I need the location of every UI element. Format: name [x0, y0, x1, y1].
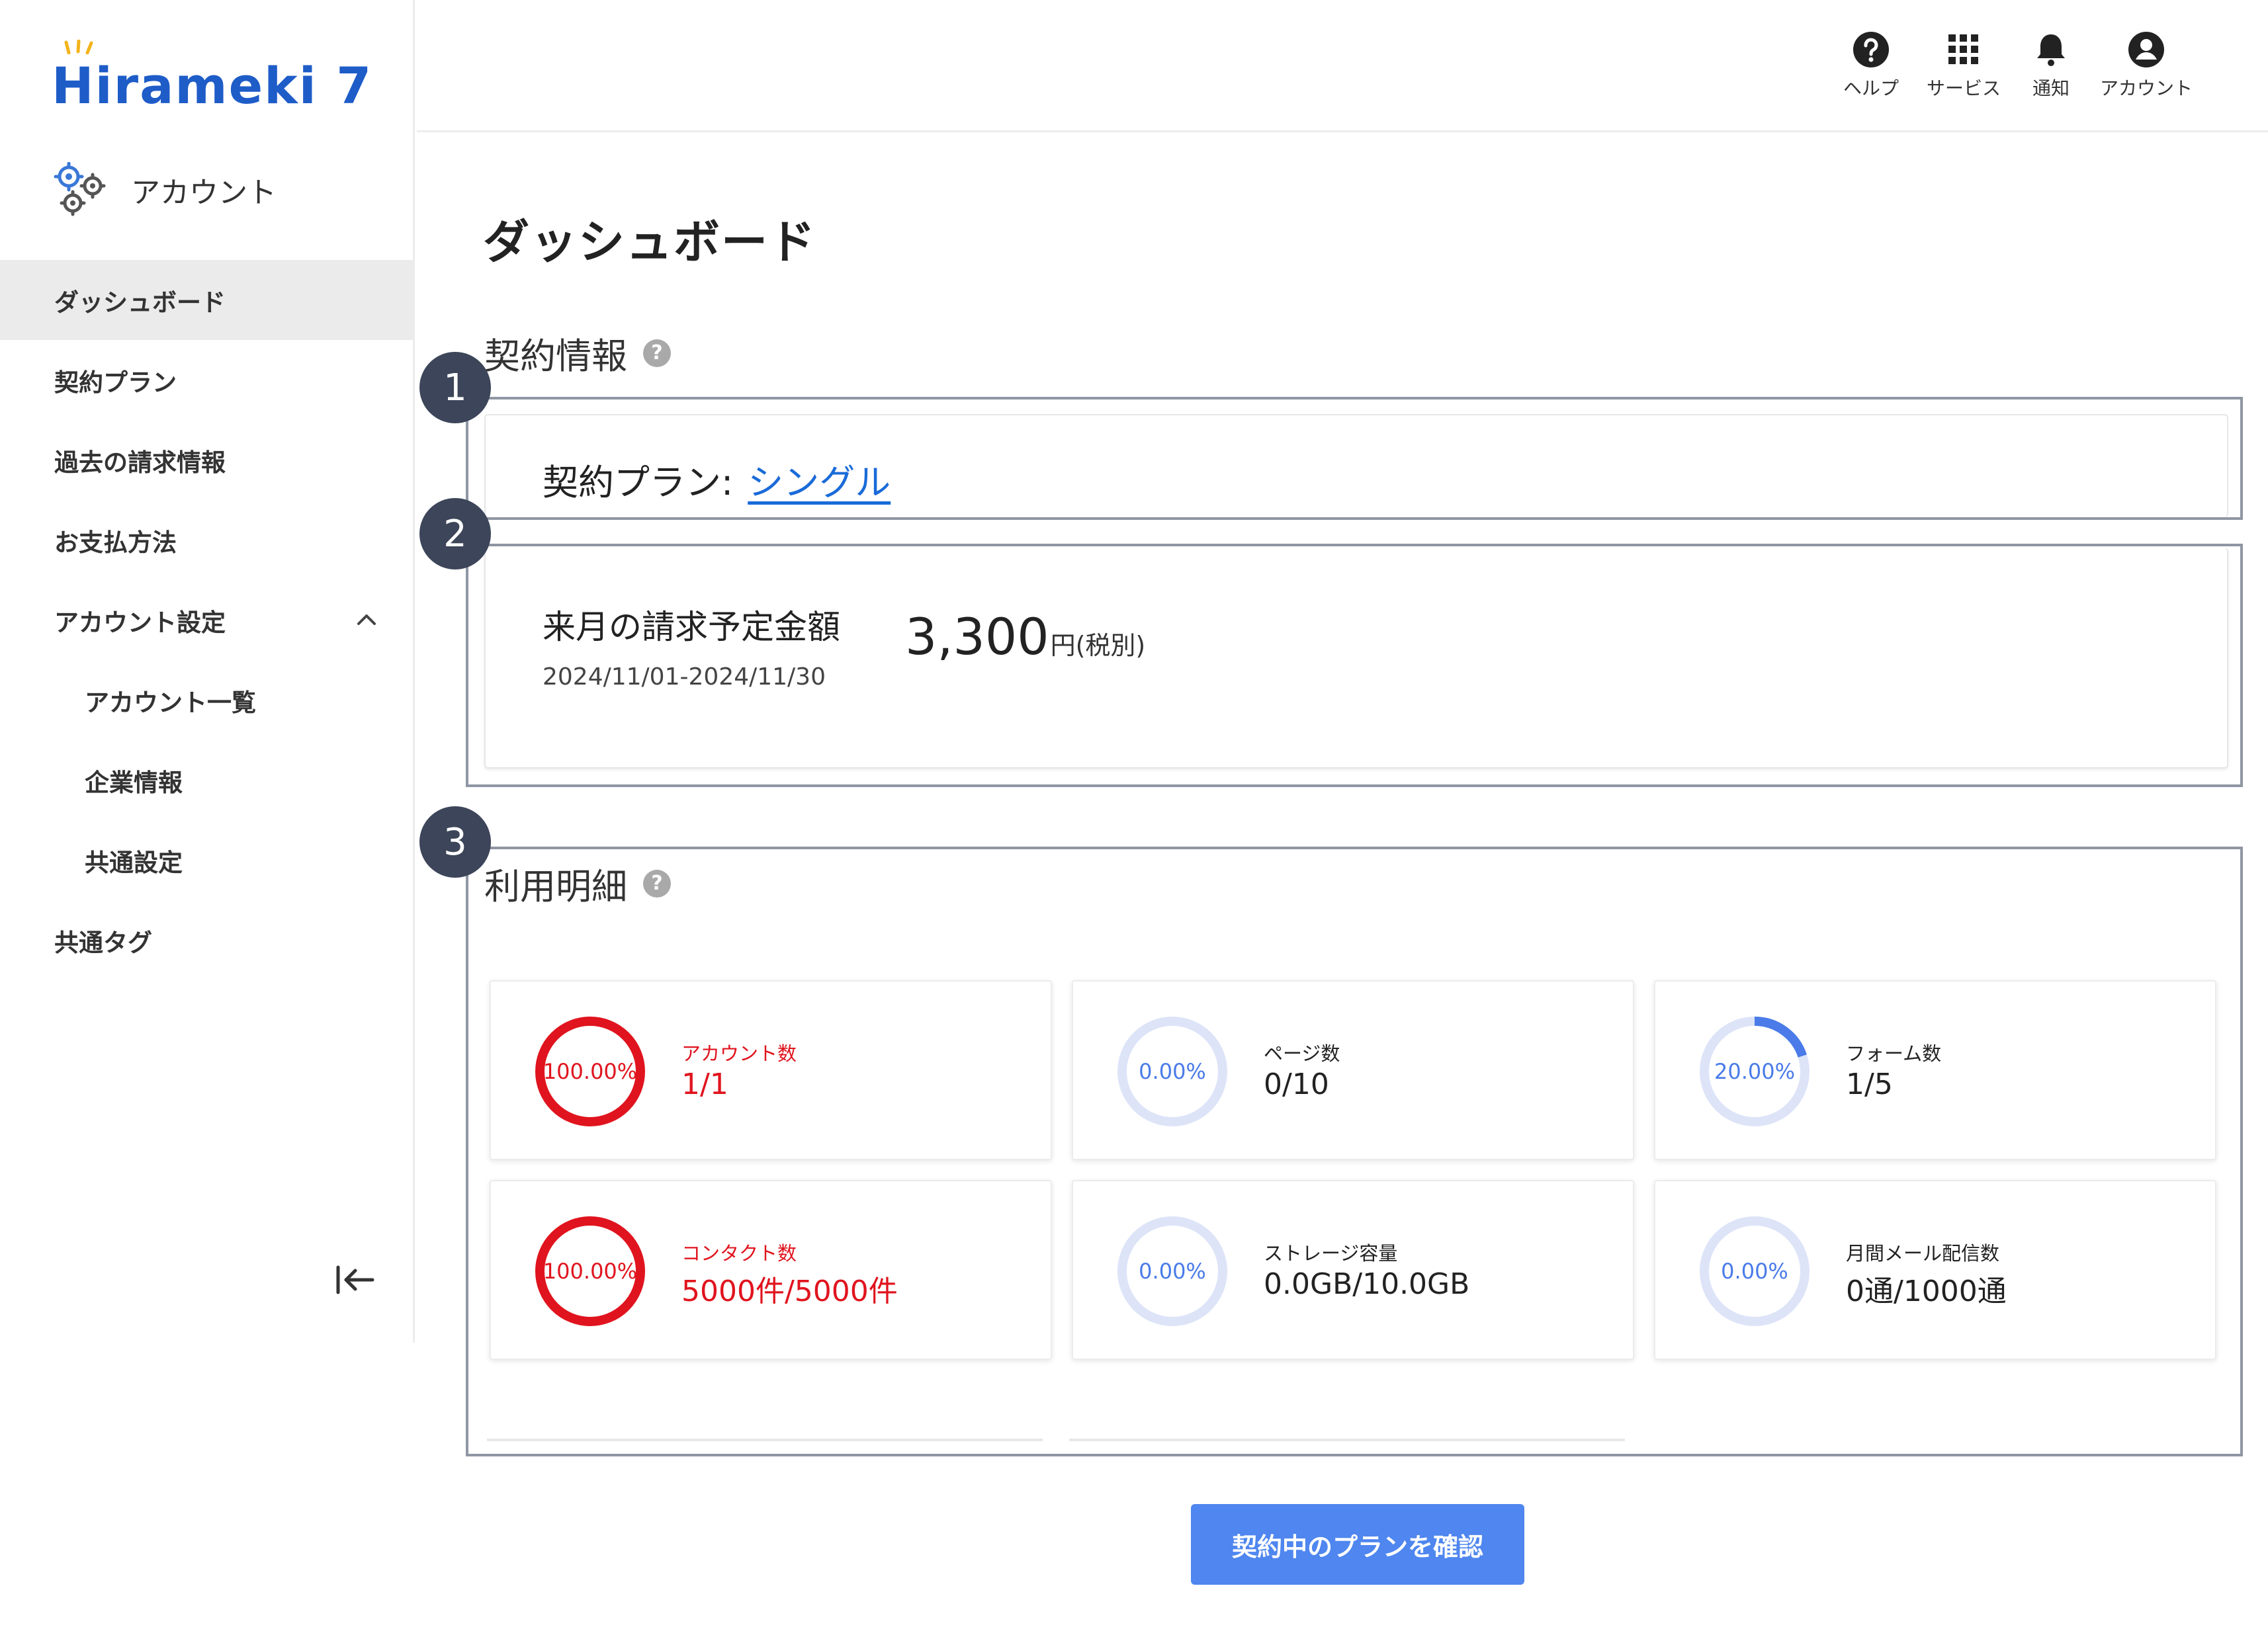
notifications-label: 通知: [2032, 77, 2070, 99]
help-icon: [1853, 32, 1889, 67]
usage-metric-value: 0/10: [1264, 1068, 1329, 1101]
plan-line: 契約プラン: シングル: [543, 453, 891, 505]
sidebar-section-header: アカウント: [53, 162, 277, 218]
top-bar: ヘルプ サービス 通知 アカウント: [417, 0, 2268, 132]
usage-metric-value: 0.0GB/10.0GB: [1264, 1267, 1470, 1301]
bell-icon: [2037, 34, 2065, 66]
usage-metric-value: 5000件/5000件: [681, 1275, 898, 1308]
sidebar-item-billing-history[interactable]: 過去の請求情報: [0, 420, 413, 500]
metric-card-edge: [1069, 1439, 1625, 1441]
usage-metric-card: 0.00% ストレージ容量 0.0GB/10.0GB: [1072, 1180, 1634, 1360]
usage-metric-card: 100.00% コンタクト数 5000件/5000件: [490, 1180, 1052, 1360]
billing-card: [484, 548, 2228, 769]
step-badge-1: 1: [419, 352, 491, 423]
usage-percent: 100.00%: [543, 1259, 638, 1284]
sidebar-item-contract-plan[interactable]: 契約プラン: [0, 340, 413, 420]
sidebar-item-label: アカウント設定: [54, 608, 226, 637]
collapse-sidebar-icon[interactable]: [334, 1263, 376, 1296]
usage-heading: 利用明細 ?: [484, 857, 671, 909]
usage-metric-label: コンタクト数: [681, 1242, 797, 1265]
logo-text: Hirameki 7: [52, 56, 373, 115]
usage-metric-card: 0.00% 月間メール配信数 0通/1000通: [1654, 1180, 2216, 1360]
usage-percent: 20.00%: [1714, 1059, 1795, 1084]
sidebar-section-title: アカウント: [131, 176, 277, 210]
usage-metric-label: フォーム数: [1846, 1042, 1942, 1065]
billing-amount-value: 3,300: [905, 607, 1049, 666]
chevron-up-icon[interactable]: [355, 608, 378, 632]
account-button[interactable]: アカウント: [2087, 30, 2206, 101]
contract-info-title: 契約情報: [484, 335, 627, 377]
logo-spark-icon: [64, 40, 93, 54]
sidebar-item-common-settings[interactable]: 共通設定: [0, 820, 413, 900]
usage-help-icon[interactable]: ?: [643, 869, 671, 898]
contract-info-heading: 契約情報 ?: [484, 327, 671, 379]
sidebar-nav: ダッシュボード 契約プラン 過去の請求情報 お支払方法 アカウント設定 アカウン…: [0, 260, 413, 980]
sidebar-item-account-list[interactable]: アカウント一覧: [0, 660, 413, 740]
usage-title: 利用明細: [484, 866, 627, 907]
billing-amount: 3,300 円(税別): [905, 607, 1145, 666]
step-badge-3: 3: [419, 806, 491, 878]
hirameki7-logo[interactable]: Hirameki 7: [52, 40, 373, 115]
gears-icon: [54, 162, 106, 216]
usage-percent: 0.00%: [1139, 1259, 1206, 1284]
apps-grid-icon: [1948, 34, 1978, 64]
usage-metric-value: 0通/1000通: [1846, 1275, 2007, 1308]
sidebar-item-company-info[interactable]: 企業情報: [0, 740, 413, 820]
sidebar-item-common-tags[interactable]: 共通タグ: [0, 900, 413, 980]
usage-metric-value: 1/5: [1846, 1068, 1893, 1101]
usage-metric-card: 0.00% ページ数 0/10: [1072, 980, 1634, 1160]
sidebar-item-payment-method[interactable]: お支払方法: [0, 500, 413, 580]
account-label: アカウント: [2099, 77, 2193, 99]
usage-metric-label: 月間メール配信数: [1846, 1242, 2000, 1265]
usage-metric-card: 100.00% アカウント数 1/1: [490, 980, 1052, 1160]
step-badge-2: 2: [419, 498, 491, 569]
billing-amount-unit: 円(税別): [1050, 631, 1146, 660]
usage-metric-label: ページ数: [1264, 1042, 1340, 1065]
billing-label: 来月の請求予定金額: [543, 608, 840, 646]
services-label: サービス: [1926, 77, 2001, 99]
usage-metric-label: アカウント数: [681, 1042, 797, 1065]
account-circle-icon: [2128, 32, 2164, 67]
usage-percent: 0.00%: [1721, 1259, 1788, 1284]
sidebar: Hirameki 7 アカウント ダッシュボード 契約プラン 過去の請求情報 お…: [0, 0, 415, 1343]
sidebar-item-dashboard[interactable]: ダッシュボード: [0, 260, 413, 340]
metric-card-edge: [487, 1439, 1043, 1441]
billing-period: 2024/11/01-2024/11/30: [543, 663, 826, 691]
plan-label: 契約プラン:: [543, 462, 734, 503]
usage-percent: 100.00%: [543, 1059, 638, 1084]
usage-metric-card: 20.00% フォーム数 1/5: [1654, 980, 2216, 1160]
usage-percent: 0.00%: [1139, 1059, 1206, 1084]
usage-metric-value: 1/1: [681, 1068, 728, 1101]
sidebar-item-account-settings[interactable]: アカウント設定: [0, 580, 413, 660]
help-label: ヘルプ: [1843, 77, 1899, 99]
contract-info-help-icon[interactable]: ?: [643, 339, 671, 367]
plan-name-link[interactable]: シングル: [748, 453, 891, 505]
usage-metric-label: ストレージ容量: [1264, 1242, 1398, 1265]
page-title: ダッシュボード: [483, 215, 816, 269]
confirm-plan-button[interactable]: 契約中のプランを確認: [1191, 1504, 1524, 1585]
